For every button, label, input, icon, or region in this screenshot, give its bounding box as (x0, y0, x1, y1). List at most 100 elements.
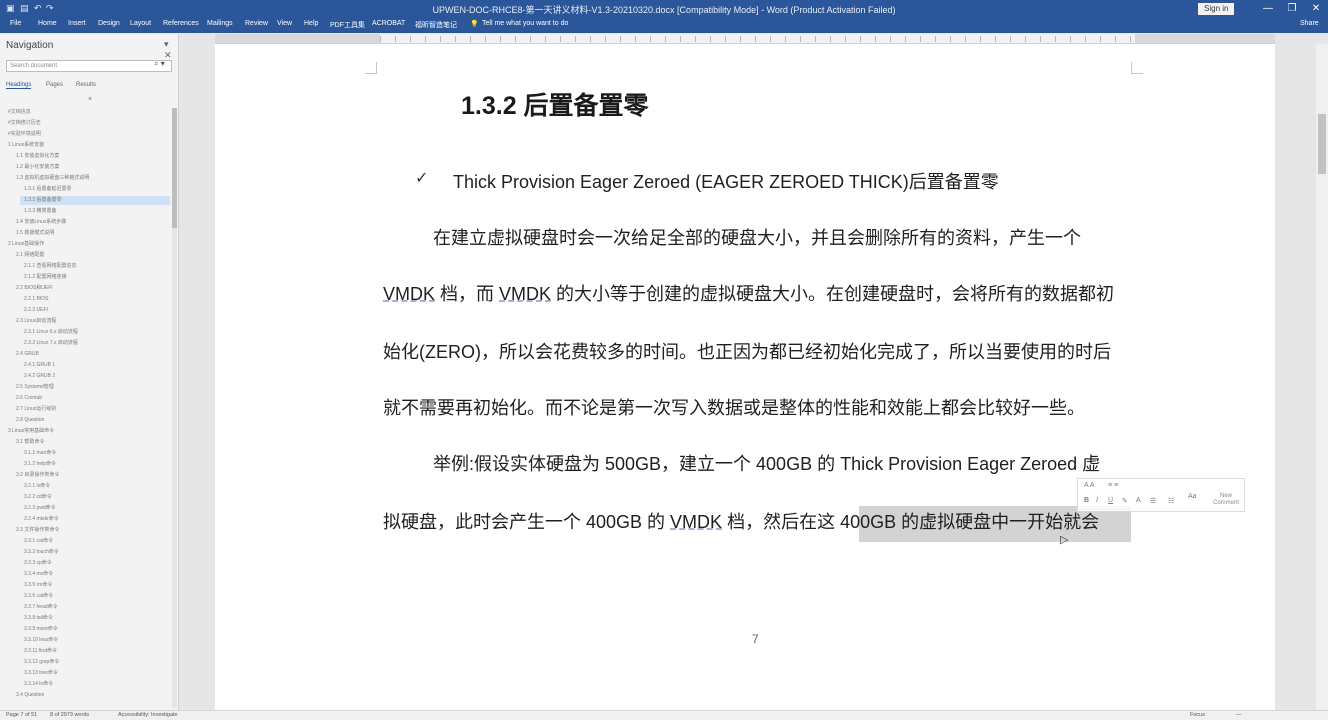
nav-heading-item[interactable]: 1.3 虚拟机虚拟硬盘三种格式说明 (16, 174, 89, 183)
nav-heading-item[interactable]: 3.3 文件操作类命令 (16, 526, 59, 535)
nav-heading-item[interactable]: 3.3.11 find命令 (24, 647, 57, 656)
close-button[interactable]: ✕ (1308, 2, 1324, 16)
nav-heading-item[interactable]: 2.8 Question (16, 416, 44, 425)
nav-heading-item[interactable]: 3.3.12 grep命令 (24, 658, 59, 667)
tab-foxit-notes[interactable]: 福昕智造笔记 (415, 20, 457, 30)
tab-acrobat[interactable]: ACROBAT (372, 20, 405, 27)
font-size-icon[interactable]: A A (1084, 482, 1095, 489)
tab-review[interactable]: Review (245, 20, 268, 27)
word-count[interactable]: 8 of 2973 words (50, 712, 89, 718)
nav-heading-item[interactable]: 2.1 网络配置 (16, 251, 44, 260)
tab-file[interactable]: File (10, 20, 21, 27)
nav-heading-item[interactable]: 3.3.2 touch命令 (24, 548, 59, 557)
highlight-icon[interactable]: ✎ (1122, 497, 1128, 505)
nav-heading-item[interactable]: 1.2 最小化安装方案 (16, 163, 59, 172)
scrollbar-thumb[interactable] (1318, 114, 1326, 174)
styles-icon[interactable]: ≡ ≡ (1108, 482, 1118, 489)
nav-heading-item[interactable]: 2.4.1 GRUB 1 (24, 361, 55, 370)
tab-mailings[interactable]: Mailings (207, 20, 233, 27)
tab-view[interactable]: View (277, 20, 292, 27)
nav-heading-item[interactable]: 3.3.4 mv命令 (24, 570, 53, 579)
new-comment-button[interactable]: New Comment (1208, 493, 1244, 507)
nav-heading-item[interactable]: #文档修订历史 (8, 119, 41, 128)
nav-heading-item[interactable]: 3.1.1 man命令 (24, 449, 56, 458)
nav-heading-item[interactable]: 2.2.2 UEFI (24, 306, 48, 315)
tab-references[interactable]: References (163, 20, 199, 27)
collapse-icon[interactable]: × (88, 96, 92, 103)
nav-heading-item[interactable]: 2.4 GRUB (16, 350, 39, 359)
nav-heading-item[interactable]: 2.4.2 GRUB 2 (24, 372, 55, 381)
nav-heading-item[interactable]: 2 Linux基础操作 (8, 240, 44, 249)
nav-heading-item[interactable]: 3.1.2 help命令 (24, 460, 56, 469)
nav-heading-item[interactable]: 3.3.13 tree命令 (24, 669, 58, 678)
nav-heading-item[interactable]: 2.7 Linux运行级别 (16, 405, 56, 414)
page-count[interactable]: Page 7 of 51 (6, 712, 37, 718)
numbering-icon[interactable]: ☷ (1168, 497, 1174, 505)
nav-heading-item[interactable]: 3.2.2 cd命令 (24, 493, 52, 502)
bold-icon[interactable]: B (1084, 497, 1089, 504)
nav-heading-item[interactable]: 1.3.2 后置备置零 (20, 196, 170, 205)
navigation-scrollbar[interactable] (172, 108, 177, 708)
nav-heading-item[interactable]: 1.3.3 精简置备 (24, 207, 57, 216)
tab-headings[interactable]: Headings (6, 82, 32, 89)
tab-insert[interactable]: Insert (68, 20, 86, 27)
nav-heading-item[interactable]: 3.2 目录操作类命令 (16, 471, 59, 480)
tab-design[interactable]: Design (98, 20, 120, 27)
nav-heading-item[interactable]: 1.1 安装虚拟化方案 (16, 152, 59, 161)
nav-heading-item[interactable]: 1 Linux系统安装 (8, 141, 44, 150)
search-icon[interactable]: ⌕ ▾ (154, 59, 165, 69)
nav-heading-item[interactable]: 1.3.1 后置备延迟置零 (24, 185, 72, 194)
tab-layout[interactable]: Layout (130, 20, 151, 27)
nav-heading-item[interactable]: #实验环境说明 (8, 130, 41, 139)
italic-icon[interactable]: I (1096, 497, 1098, 504)
pane-options-icon[interactable]: ▾ ✕ (164, 39, 178, 61)
nav-heading-item[interactable]: 2.3 Linux启动流程 (16, 317, 56, 326)
styles-gallery-icon[interactable]: Aa (1188, 493, 1197, 500)
nav-heading-item[interactable]: #文档信息 (8, 108, 31, 117)
share-button[interactable]: Share (1300, 20, 1319, 27)
search-document-input[interactable]: Search document (6, 60, 172, 72)
nav-heading-item[interactable]: 3.3.9 more命令 (24, 625, 58, 634)
sign-in-button[interactable]: Sign in (1198, 3, 1235, 15)
nav-heading-item[interactable]: 3.2.1 ls命令 (24, 482, 50, 491)
nav-heading-item[interactable]: 3.3.10 less命令 (24, 636, 58, 645)
tell-me-search[interactable]: Tell me what you want to do (482, 20, 568, 27)
underline-icon[interactable]: U (1108, 497, 1113, 504)
nav-heading-item[interactable]: 3.3.8 tail命令 (24, 614, 53, 623)
nav-heading-item[interactable]: 3.3.1 cat命令 (24, 537, 53, 546)
nav-heading-item[interactable]: 3.3.5 rm命令 (24, 581, 52, 590)
nav-heading-item[interactable]: 3.2.4 mkdir命令 (24, 515, 59, 524)
accessibility-status[interactable]: Accessibility: Investigate (118, 712, 178, 718)
nav-heading-item[interactable]: 2.1.2 配置网络连接 (24, 273, 67, 282)
zoom-slider[interactable]: — (1236, 712, 1242, 718)
nav-heading-item[interactable]: 3.3.14 ln命令 (24, 680, 53, 689)
nav-heading-item[interactable]: 3.3.6 cat命令 (24, 592, 53, 601)
nav-heading-item[interactable]: 3 Linux常用基础命令 (8, 427, 54, 436)
nav-heading-item[interactable]: 1.4 安装Linux系统步骤 (16, 218, 66, 227)
nav-heading-item[interactable]: 2.2 BIOS和UEFI (16, 284, 53, 293)
nav-heading-item[interactable]: 3.3.3 cp命令 (24, 559, 52, 568)
nav-heading-item[interactable]: 3.2.3 pwd命令 (24, 504, 56, 513)
restore-button[interactable]: ❐ (1284, 2, 1300, 16)
nav-heading-item[interactable]: 3.4 Question (16, 691, 44, 700)
focus-mode[interactable]: Focus (1190, 712, 1205, 718)
vertical-scrollbar[interactable] (1316, 44, 1328, 710)
horizontal-ruler[interactable] (215, 34, 1275, 44)
tab-pdf-tools[interactable]: PDF工具集 (330, 20, 365, 30)
tab-help[interactable]: Help (304, 20, 318, 27)
font-color-icon[interactable]: A (1136, 497, 1141, 504)
minimize-button[interactable]: — (1260, 2, 1276, 16)
bullets-icon[interactable]: ☰ (1150, 497, 1156, 505)
nav-heading-item[interactable]: 1.5 救援模式说明 (16, 229, 54, 238)
tab-results[interactable]: Results (76, 82, 96, 88)
nav-heading-item[interactable]: 3.3.7 head命令 (24, 603, 58, 612)
nav-heading-item[interactable]: 3.1 帮助命令 (16, 438, 44, 447)
nav-heading-item[interactable]: 2.3.2 Linux 7.x 启动流程 (24, 339, 78, 348)
nav-heading-item[interactable]: 2.6 Crontab (16, 394, 42, 403)
nav-heading-item[interactable]: 2.1.1 查看网络配置信息 (24, 262, 77, 271)
document-page[interactable]: 1.3.2 后置备置零 ✓ Thick Provision Eager Zero… (215, 44, 1275, 710)
tab-home[interactable]: Home (38, 20, 57, 27)
scrollbar-thumb[interactable] (172, 108, 177, 228)
nav-heading-item[interactable]: 2.3.1 Linux 6.x 启动流程 (24, 328, 78, 337)
tab-pages[interactable]: Pages (46, 82, 63, 88)
